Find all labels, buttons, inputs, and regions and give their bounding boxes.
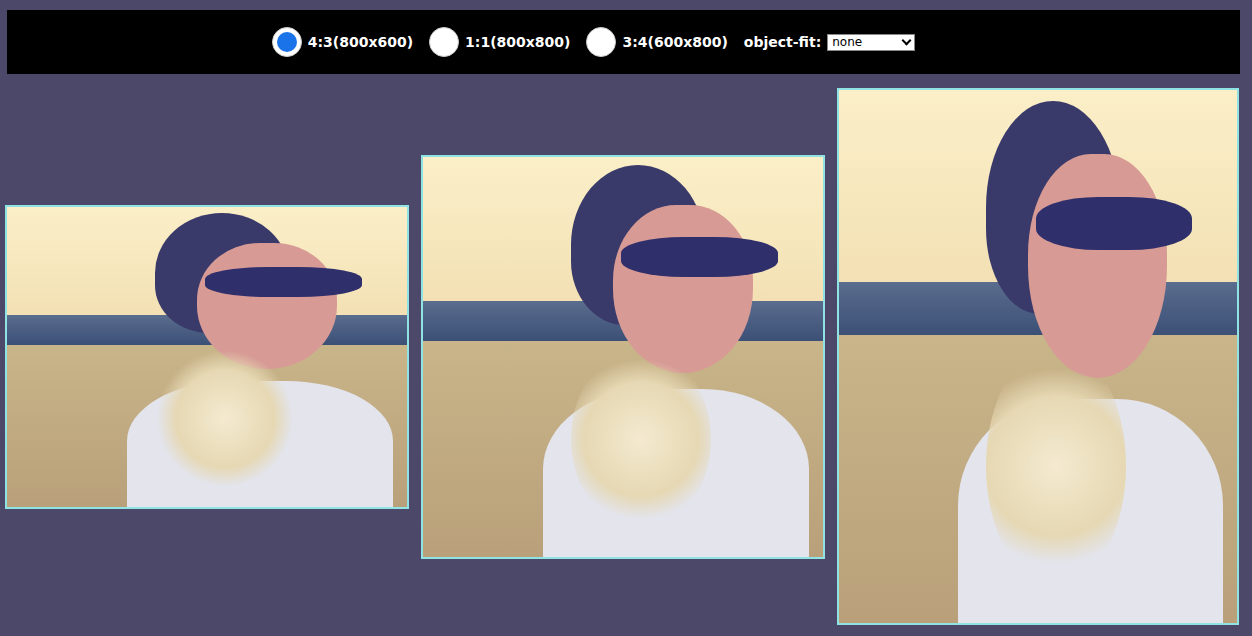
- demo-page: 4:3(800x600) 1:1(800x800) 3:4(600x800) obje…: [0, 0, 1252, 636]
- photo: [839, 90, 1237, 623]
- radio-circle-icon[interactable]: [429, 27, 459, 57]
- radio-label: 1:1(800x800): [465, 34, 570, 50]
- radio-label: 3:4(600x800): [622, 34, 727, 50]
- image-frame: [5, 205, 409, 509]
- select-value: none: [832, 36, 862, 48]
- image-frame: [837, 88, 1239, 625]
- gallery: [0, 74, 1252, 625]
- chevron-down-icon: [902, 35, 912, 45]
- object-fit-select[interactable]: none: [827, 34, 915, 51]
- image-frame: [421, 155, 825, 559]
- object-fit-label: object-fit:: [744, 34, 821, 50]
- radio-circle-icon[interactable]: [586, 27, 616, 57]
- photo: [423, 157, 823, 557]
- radio-dot-icon: [277, 32, 297, 52]
- ratio-radio[interactable]: 4:3(800x600): [272, 27, 413, 57]
- radio-label: 4:3(800x600): [308, 34, 413, 50]
- photo: [7, 207, 407, 507]
- radio-circle-icon[interactable]: [272, 27, 302, 57]
- ratio-radio[interactable]: 1:1(800x800): [429, 27, 570, 57]
- toolbar: 4:3(800x600) 1:1(800x800) 3:4(600x800) obje…: [7, 10, 1240, 74]
- ratio-radio[interactable]: 3:4(600x800): [586, 27, 727, 57]
